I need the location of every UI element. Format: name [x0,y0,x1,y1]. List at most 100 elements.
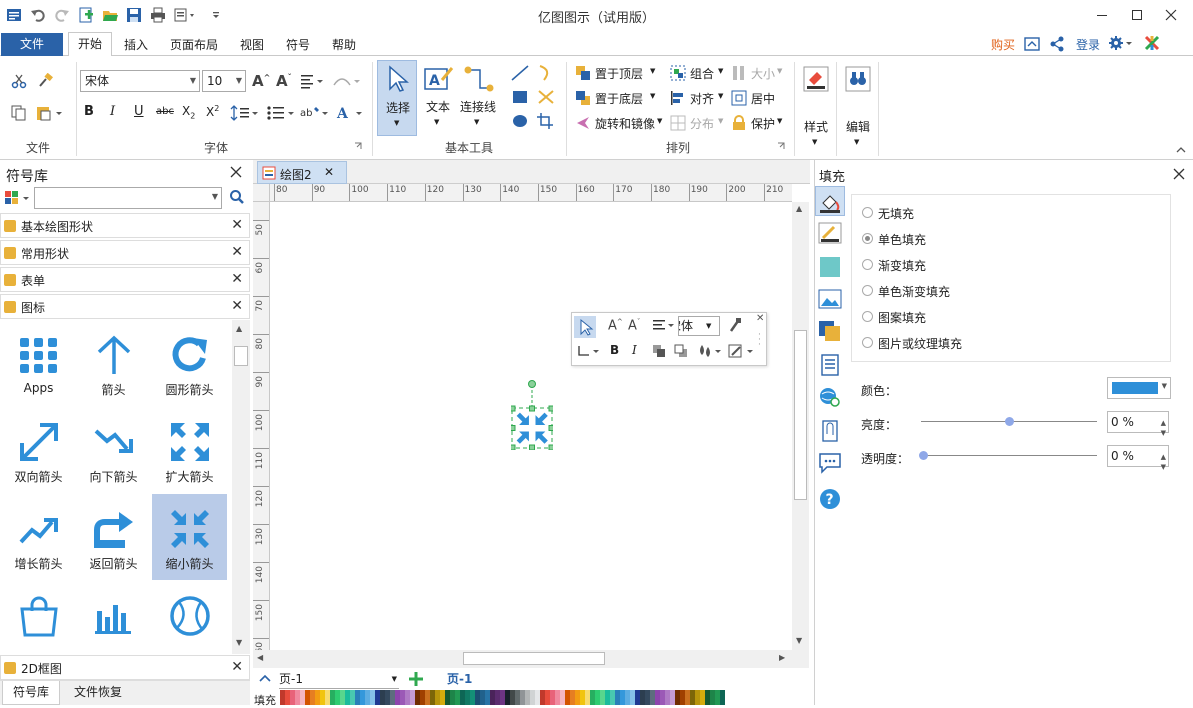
transparency-slider-track[interactable] [921,455,1097,456]
group-button[interactable]: 组合 ▼ [670,64,726,82]
brightness-slider-thumb[interactable] [1005,417,1014,426]
transparency-input[interactable]: 0 % ▲ ▼ [1107,445,1169,471]
arrange-dialog-launcher-icon[interactable] [777,142,785,150]
close-icon[interactable]: ✕ [324,165,334,179]
mini-grow-font-icon[interactable]: A^ [608,318,623,333]
close-icon[interactable] [230,166,242,178]
scroll-up-icon[interactable]: ▲ [236,324,242,333]
font-dialog-launcher-icon[interactable] [354,142,362,150]
library-scrollbar[interactable]: ▲ ▼ [232,320,250,654]
fill-option-picture[interactable]: 图片或纹理填充 [862,334,1062,351]
close-icon[interactable]: ✕ [231,298,243,314]
fill-option-single-gradient[interactable]: 单色渐变填充 [862,282,1062,299]
symbol-down-arrow[interactable]: 向下箭头 [76,407,151,493]
subscript-icon[interactable]: X2 [182,104,195,120]
tab-page-layout[interactable]: 页面布局 [164,34,224,56]
close-button[interactable] [1148,0,1193,30]
settings-gear-icon[interactable] [1108,35,1134,51]
library-menu-icon[interactable] [4,190,32,206]
mini-font-select[interactable]: 宋体▼ [678,316,720,336]
close-icon[interactable]: ✕ [231,659,243,675]
fill-option-gradient[interactable]: 渐变填充 [862,256,1062,273]
add-page-icon[interactable] [409,672,423,686]
symbol-circular-arrow[interactable]: 圆形箭头 [152,320,227,406]
superscript-icon[interactable]: X2 [206,104,219,119]
selected-shape[interactable] [511,380,553,450]
bullet-list-icon[interactable] [266,104,296,122]
tab-help[interactable]: 帮助 [326,34,362,56]
mini-italic-icon[interactable]: I [632,343,637,357]
login-link[interactable]: 登录 [1072,34,1104,56]
style-button[interactable]: 样式 ▼ [800,62,832,146]
transparency-slider-thumb[interactable] [919,451,928,460]
search-icon[interactable] [229,189,245,205]
increase-font-icon[interactable]: A^ [252,72,270,90]
scroll-left-icon[interactable]: ◀ [257,653,263,662]
mini-bold-icon[interactable]: B [610,343,619,357]
tab-view[interactable]: 视图 [234,34,270,56]
scrollbar-thumb[interactable] [794,330,807,500]
brightness-input[interactable]: 0 % ▲ ▼ [1107,411,1169,437]
mini-send-back-icon[interactable] [674,344,688,358]
mini-connector-icon[interactable] [576,343,600,359]
mini-line-style-icon[interactable] [728,343,754,359]
library-category-2d-block[interactable]: 2D框图 ✕ [0,655,250,680]
distribute-button[interactable]: 分布 ▼ [670,114,726,132]
symbol-apps[interactable]: Apps [1,320,76,406]
color-palette-bar[interactable] [280,690,725,705]
collapse-ribbon-icon[interactable] [1176,146,1186,154]
line-tab-icon[interactable] [818,222,842,244]
bring-to-front-button[interactable]: 置于顶层 ▼ [575,64,661,82]
italic-icon[interactable]: I [110,104,115,119]
ellipse-tool-icon[interactable] [510,112,530,130]
text-color-icon[interactable]: ab [300,104,330,122]
mini-select-icon[interactable] [574,316,596,338]
symbol-return-arrow[interactable]: 返回箭头 [76,494,151,580]
protect-button[interactable]: 保护 ▼ [731,114,787,132]
symbol-growth-arrow[interactable]: 增长箭头 [1,494,76,580]
page-list-tab-icon[interactable] [818,354,842,376]
radio-button-selected[interactable] [862,233,873,244]
radio-button[interactable] [862,259,873,270]
mini-fill-color-icon[interactable] [696,343,722,359]
radio-button[interactable] [862,311,873,322]
font-size-select[interactable]: 10 ▼ [202,70,246,92]
scrollbar-thumb[interactable] [463,652,605,665]
radio-button[interactable] [862,285,873,296]
tab-symbol-library[interactable]: 符号库 [2,681,60,705]
radio-button[interactable] [862,207,873,218]
scroll-down-icon[interactable]: ▼ [236,638,242,647]
copy-icon[interactable] [10,104,28,122]
share-screen-icon[interactable] [1024,36,1040,52]
help-tab-icon[interactable]: ? [818,488,842,510]
underline-icon[interactable]: U [134,104,144,119]
decrease-font-icon[interactable]: Aˇ [276,72,292,90]
curve-text-icon[interactable] [332,72,362,90]
mini-format-painter-icon[interactable] [726,317,744,335]
palette-swatch[interactable] [720,690,725,705]
align-button[interactable]: 对齐 ▼ [670,89,726,107]
buy-link[interactable]: 购买 [986,34,1020,56]
size-button[interactable]: 大小 ▼ [731,64,787,82]
arc-tool-icon[interactable] [536,64,556,82]
hyperlink-tab-icon[interactable] [818,386,842,408]
center-button[interactable]: 居中 [731,89,787,107]
cut-icon[interactable] [10,72,28,90]
connector-tool-button[interactable]: 连接线 ▼ [458,60,498,136]
mini-toolbar-grip[interactable]: · · · [758,331,761,350]
close-icon[interactable]: ✕ [231,244,243,260]
library-category-basic-shapes[interactable]: 基本绘图形状 ✕ [0,213,250,238]
line-tool-icon[interactable] [510,64,530,82]
spin-down-icon[interactable]: ▼ [1161,457,1166,477]
file-menu-tab[interactable]: 文件 [1,33,63,56]
spin-down-icon[interactable]: ▼ [1161,423,1166,443]
rotate-mirror-button[interactable]: 旋转和镜像 ▼ [575,114,667,132]
drawing-canvas[interactable]: A^ Aˇ 宋体▼ ✕ B I ··· [271,202,792,650]
paste-icon[interactable] [36,104,64,122]
chevron-up-icon[interactable] [259,673,271,683]
canvas-horizontal-scrollbar[interactable]: ◀ ▶ [253,650,809,668]
scrollbar-thumb[interactable] [234,346,248,366]
symbol-shrink-arrow[interactable]: 缩小箭头 [152,494,227,580]
close-icon[interactable]: ✕ [231,271,243,287]
text-tool-button[interactable]: A 文本 ▼ [420,60,456,136]
